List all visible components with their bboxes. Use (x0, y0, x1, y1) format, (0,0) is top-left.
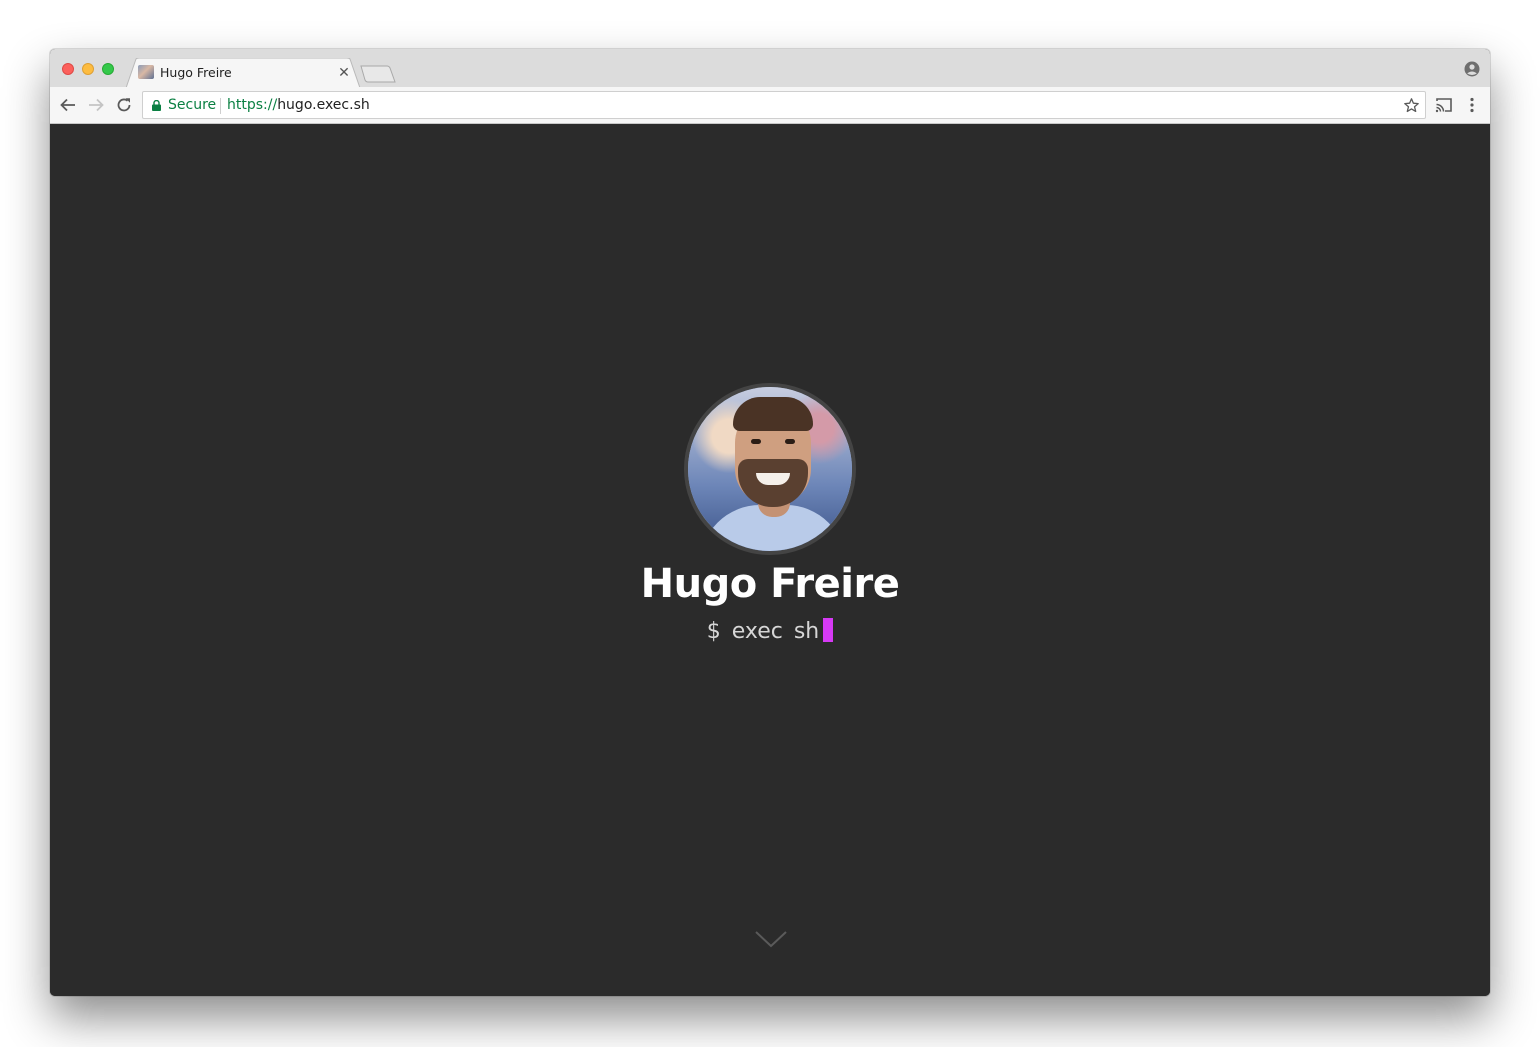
browser-window: Hugo Freire ✕ Secure https://hugo.exec.s… (50, 49, 1490, 996)
avatar-hair (733, 397, 813, 431)
profile-icon[interactable] (1464, 61, 1480, 77)
new-tab-button[interactable] (360, 65, 396, 83)
avatar-eye-left (751, 439, 761, 444)
page-title: Hugo Freire (640, 561, 900, 607)
tab-hugo-freire[interactable]: Hugo Freire ✕ (126, 58, 361, 88)
close-icon[interactable]: ✕ (336, 64, 352, 80)
avatar (684, 383, 856, 555)
address-bar[interactable]: Secure https://hugo.exec.sh (142, 91, 1426, 119)
reload-icon[interactable] (115, 96, 133, 114)
lock-icon (152, 100, 161, 111)
page-content: Hugo Freire $ exec sh (50, 124, 1490, 996)
arrow-left-icon[interactable] (59, 96, 77, 114)
url-scheme: https:// (227, 97, 278, 113)
minimize-window-button[interactable] (82, 63, 94, 75)
profile-photo-favicon-icon (138, 65, 154, 79)
avatar-eye-right (785, 439, 795, 444)
security-label: Secure (168, 97, 217, 113)
tab-strip: Hugo Freire ✕ (50, 49, 1490, 88)
kebab-menu-icon[interactable] (1466, 96, 1478, 114)
browser-toolbar: Secure https://hugo.exec.sh (50, 87, 1490, 124)
terminal-prompt: $ exec sh (50, 618, 1490, 644)
url-text[interactable]: https://hugo.exec.sh (227, 97, 370, 113)
chevron-down-icon[interactable] (755, 930, 787, 948)
star-icon[interactable] (1403, 97, 1420, 114)
url-host: hugo.exec.sh (277, 97, 370, 113)
terminal-cursor (823, 618, 834, 642)
tab-title: Hugo Freire (160, 65, 232, 80)
cast-icon[interactable] (1435, 97, 1453, 113)
maximize-window-button[interactable] (102, 63, 114, 75)
arrow-right-icon[interactable] (87, 96, 105, 114)
address-separator (220, 98, 221, 114)
prompt-text: $ exec sh (706, 619, 820, 644)
close-window-button[interactable] (62, 63, 74, 75)
